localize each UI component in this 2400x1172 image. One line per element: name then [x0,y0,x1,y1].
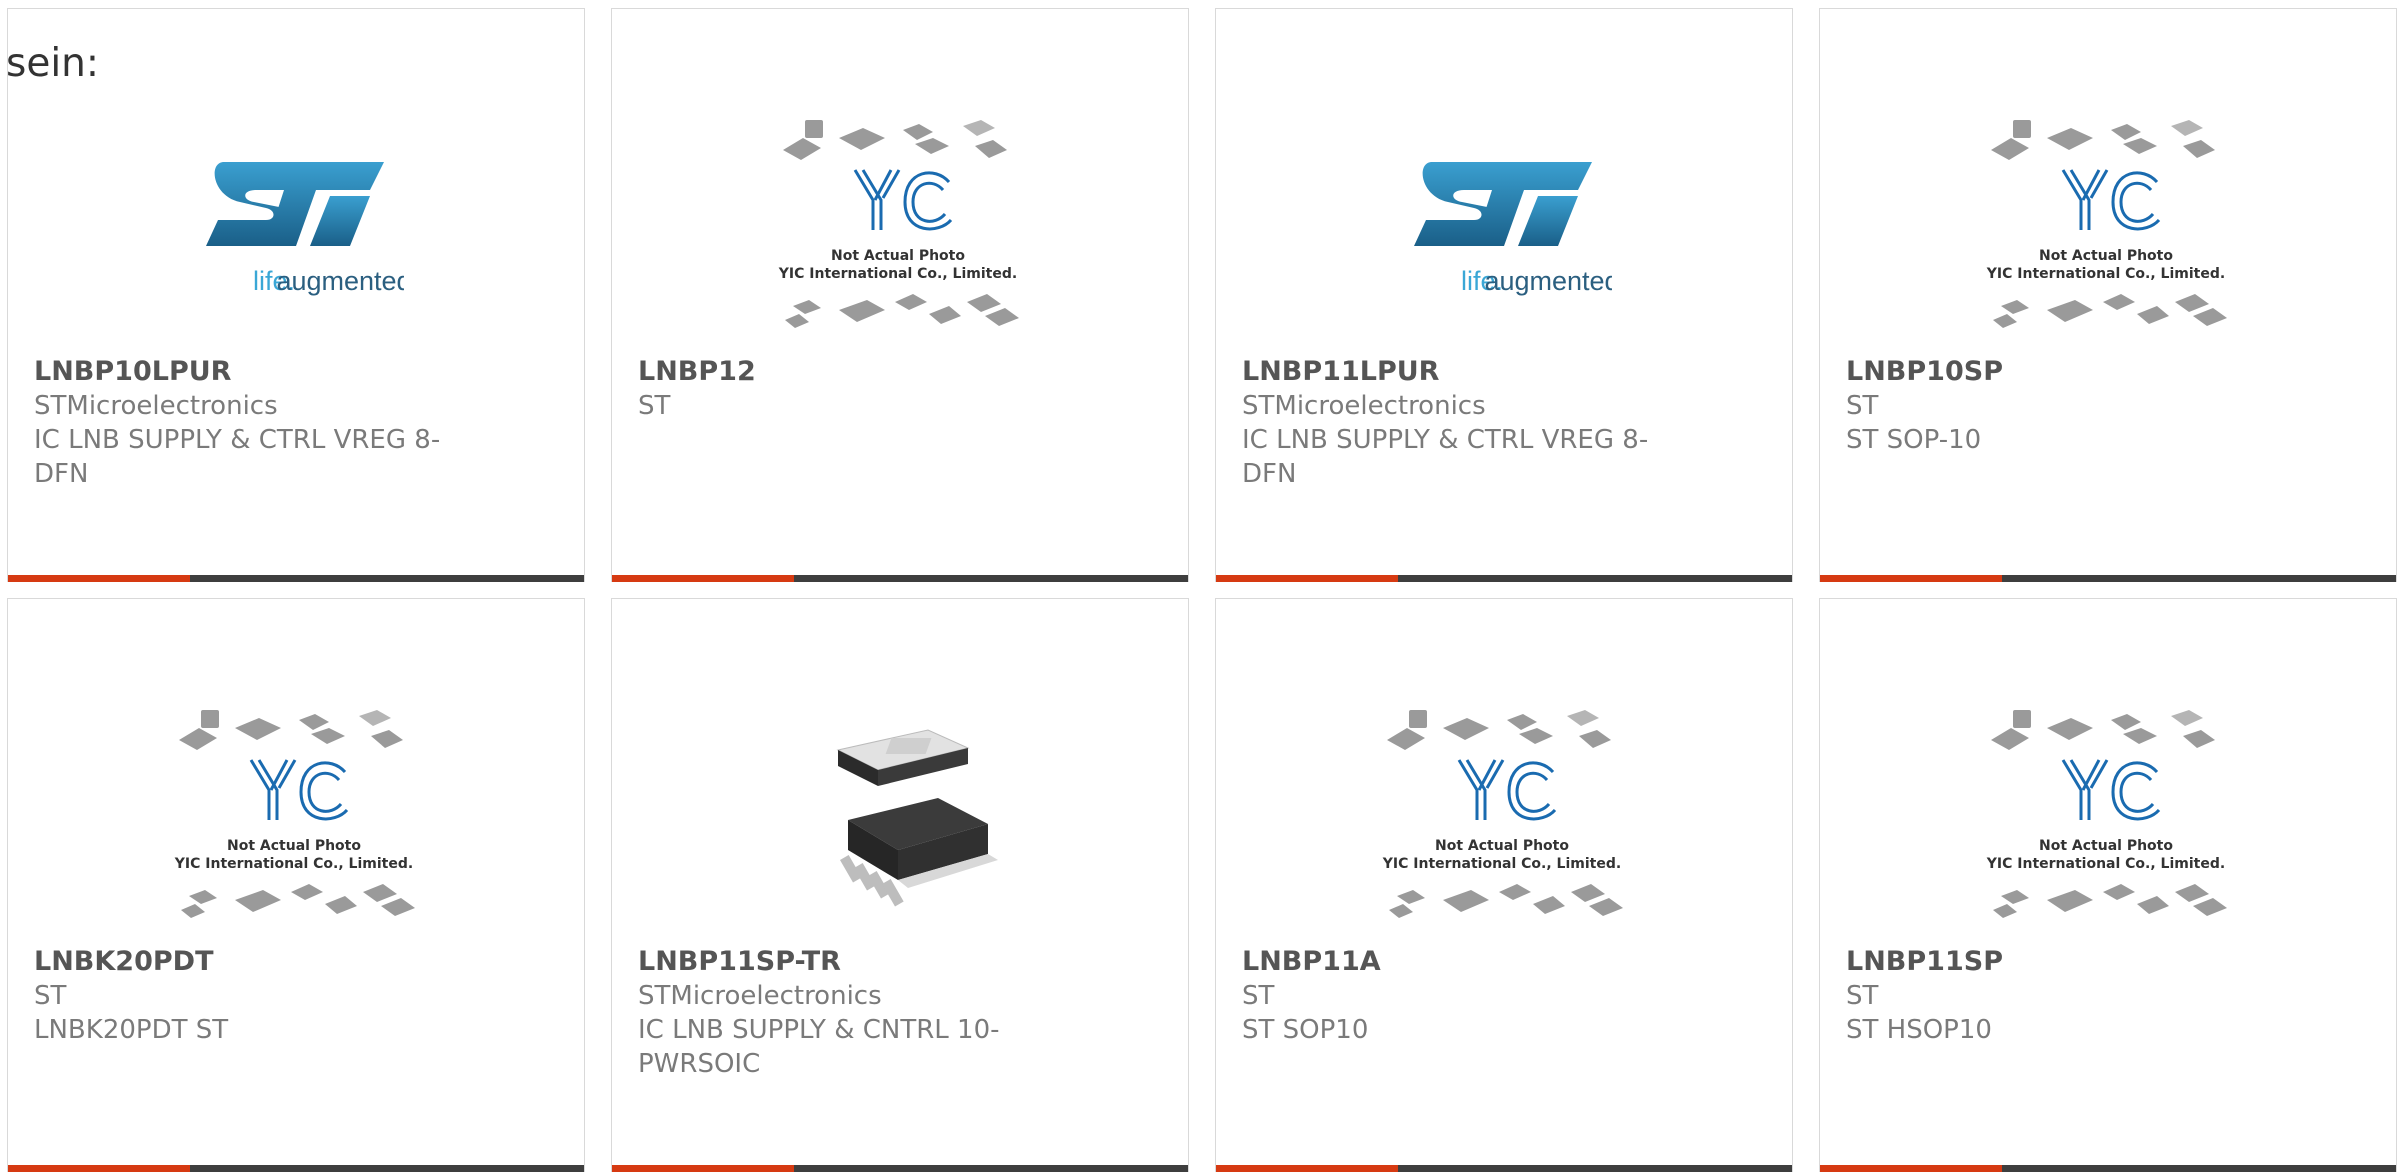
manufacturer: ST [1846,981,1879,1011]
part-number[interactable]: LNBP10LPUR [34,355,454,389]
part-number[interactable]: LNBP11LPUR [1242,355,1662,389]
description-line: LNBK20PDT ST [34,1015,229,1045]
description-line: IC LNB SUPPLY & CTRL VREG 8- [1242,425,1649,455]
logo-tagline: augmented [276,266,404,296]
product-thumbnail[interactable] [748,695,1048,945]
st-logo-image: life. augmented [206,162,404,296]
product-grid: life. augmented LNBP10LPUR STMicroelectro… [0,0,2400,1172]
placeholder-caption: Not Actual Photo [2039,838,2173,854]
product-card[interactable]: Not Actual Photo YIC International Co., … [7,598,585,1172]
card-accent-bar [8,575,190,582]
description-line: ST SOP10 [1242,1015,1369,1045]
manufacturer: STMicroelectronics [638,981,882,1011]
chip-photo-image [836,729,998,907]
product-info: LNBK20PDT ST LNBK20PDT ST [34,945,454,1047]
logo-tagline: augmented [1484,266,1612,296]
manufacturer: ST [1242,981,1275,1011]
card-footer-bar [1216,575,1792,582]
product-thumbnail[interactable]: Not Actual Photo YIC International Co., … [1352,695,1652,945]
card-footer-bar [8,1165,584,1172]
product-card[interactable]: Not Actual Photo YIC International Co., … [1819,598,2397,1172]
part-number[interactable]: LNBP11SP [1846,945,2266,979]
description-line: IC LNB SUPPLY & CTRL VREG 8- [34,425,441,455]
st-logo-image: life. augmented [1414,162,1612,296]
product-info: LNBP10SP ST ST SOP-10 [1846,355,2266,457]
placeholder-caption: Not Actual Photo [227,838,361,854]
manufacturer: ST [1846,391,1879,421]
manufacturer: ST [34,981,67,1011]
manufacturer: STMicroelectronics [34,391,278,421]
placeholder-company: YIC International Co., Limited. [1986,856,2225,872]
product-thumbnail[interactable]: Not Actual Photo YIC International Co., … [144,695,444,945]
description-line: ST SOP-10 [1846,425,1982,455]
intro-text: sein: [6,41,100,86]
product-card[interactable]: LNBP11SP-TR STMicroelectronics IC LNB SUPP… [611,598,1189,1172]
card-footer-bar [612,1165,1188,1172]
yic-placeholder-image: Not Actual Photo YIC International Co., … [778,120,1019,328]
placeholder-caption: Not Actual Photo [831,248,965,264]
product-card[interactable]: Not Actual Photo YIC International Co., … [611,8,1189,582]
description-line: IC LNB SUPPLY & CNTRL 10- [638,1015,1000,1045]
part-number[interactable]: LNBP10SP [1846,355,2266,389]
card-accent-bar [1216,1165,1398,1172]
part-number[interactable]: LNBP11SP-TR [638,945,1058,979]
card-accent-bar [8,1165,190,1172]
product-thumbnail[interactable]: Not Actual Photo YIC International Co., … [748,105,1048,355]
placeholder-company: YIC International Co., Limited. [1986,266,2225,282]
card-accent-bar [612,1165,794,1172]
part-number[interactable]: LNBP12 [638,355,1058,389]
card-footer-bar [1216,1165,1792,1172]
description-line: DFN [1242,459,1297,489]
product-card[interactable]: Not Actual Photo YIC International Co., … [1215,598,1793,1172]
placeholder-caption: Not Actual Photo [1435,838,1569,854]
card-footer-bar [1820,1165,2396,1172]
product-info: LNBP11LPUR STMicroelectronics IC LNB SUPPL… [1242,355,1662,491]
product-card[interactable]: life. augmented LNBP10LPUR STMicroelectro… [7,8,585,582]
product-card[interactable]: Not Actual Photo YIC International Co., … [1819,8,2397,582]
product-info: LNBP11A ST ST SOP10 [1242,945,1662,1047]
placeholder-company: YIC International Co., Limited. [1382,856,1621,872]
placeholder-company: YIC International Co., Limited. [778,266,1017,282]
card-accent-bar [612,575,794,582]
product-thumbnail[interactable]: life. augmented [144,105,444,355]
yic-placeholder-image: Not Actual Photo YIC International Co., … [1986,120,2227,328]
product-info: LNBP10LPUR STMicroelectronics IC LNB SUPPL… [34,355,454,491]
product-thumbnail[interactable]: Not Actual Photo YIC International Co., … [1956,105,2256,355]
product-thumbnail[interactable]: Not Actual Photo YIC International Co., … [1956,695,2256,945]
product-info: LNBP11SP-TR STMicroelectronics IC LNB SUPP… [638,945,1058,1081]
manufacturer: STMicroelectronics [1242,391,1486,421]
manufacturer: ST [638,391,671,421]
part-number[interactable]: LNBK20PDT [34,945,454,979]
card-accent-bar [1820,575,2002,582]
description-line: ST HSOP10 [1846,1015,1992,1045]
card-footer-bar [612,575,1188,582]
yic-placeholder-image: Not Actual Photo YIC International Co., … [1986,710,2227,918]
part-number[interactable]: LNBP11A [1242,945,1662,979]
placeholder-company: YIC International Co., Limited. [174,856,413,872]
yic-placeholder-image: Not Actual Photo YIC International Co., … [1382,710,1623,918]
product-info: LNBP12 ST [638,355,1058,423]
description-line: DFN [34,459,89,489]
card-footer-bar [8,575,584,582]
card-accent-bar [1820,1165,2002,1172]
placeholder-caption: Not Actual Photo [2039,248,2173,264]
product-info: LNBP11SP ST ST HSOP10 [1846,945,2266,1047]
product-card[interactable]: life. augmented LNBP11LPUR STMicroelectro… [1215,8,1793,582]
product-thumbnail[interactable]: life. augmented [1352,105,1652,355]
card-footer-bar [1820,575,2396,582]
card-accent-bar [1216,575,1398,582]
yic-placeholder-image: Not Actual Photo YIC International Co., … [174,710,415,918]
description-line: PWRSOIC [638,1049,761,1079]
